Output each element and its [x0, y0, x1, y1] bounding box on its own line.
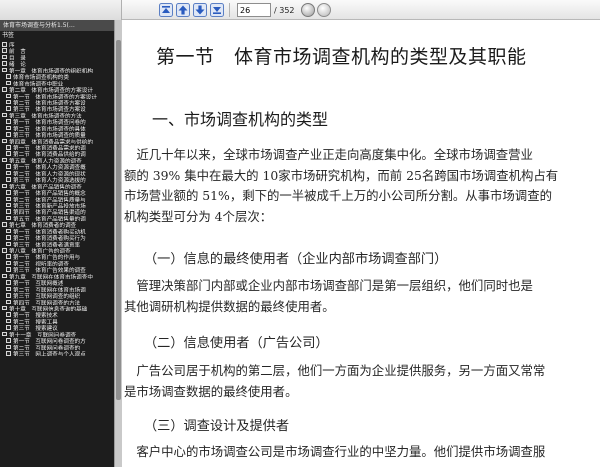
- bookmark-checkbox-icon[interactable]: [6, 80, 11, 86]
- bookmark-checkbox-icon[interactable]: [6, 280, 11, 285]
- bookmark-checkbox-icon[interactable]: [6, 99, 11, 105]
- bookmark-checkbox-icon[interactable]: [6, 202, 11, 208]
- paragraph-survey-provider: 客户中心的市场调查公司是市场调查行业的中坚力量。他们提供市场调查服: [124, 442, 598, 463]
- paragraph-line: 是市场调查数据的最终使用者。: [124, 383, 298, 399]
- subheading-end-user: （一）信息的最终使用者（企业内部市场调查部门）: [144, 252, 448, 267]
- bookmark-checkbox-icon[interactable]: [6, 228, 11, 234]
- paragraph-line: 客户中心的市场调查公司是市场调查行业的中坚力量。他们提供市场调查服: [124, 444, 546, 459]
- paragraph-intro: 近几十年以来，全球市场调查产业正走向高度集中化。全球市场调查营业 额的 39% …: [124, 145, 598, 227]
- bookmark-checkbox-icon[interactable]: [6, 209, 11, 214]
- last-page-icon: [210, 3, 224, 17]
- bookmark-checkbox-icon[interactable]: [6, 338, 11, 343]
- first-page-icon: [159, 3, 173, 17]
- paragraph-line: 额的 39% 集中在最大的 10家市场研究机构，而前 25名跨国市场调查机构占有: [124, 167, 559, 183]
- bookmark-checkbox-icon[interactable]: [6, 267, 11, 272]
- bookmark-checkbox-icon[interactable]: [6, 125, 11, 131]
- bookmark-checkbox-icon[interactable]: [2, 48, 7, 53]
- paragraph-line: 市场营业额的 51%，剩下的一半被成千上万的小公司所分割。从事市场调查的: [124, 188, 552, 204]
- go-forward-button[interactable]: [316, 3, 331, 17]
- bookmark-checkbox-icon[interactable]: [6, 235, 11, 240]
- bookmark-checkbox-icon[interactable]: [2, 138, 7, 144]
- paragraph-line: 管理决策部门内部或企业内部市场调查部门是第一层组织，他们同时也是: [124, 278, 533, 293]
- document-tab[interactable]: 体育市场调查与分析1.5(…: [0, 20, 114, 31]
- bookmark-checkbox-icon[interactable]: [6, 93, 11, 98]
- paragraph-line: 广告公司居于机构的第二层，他们一方面为企业提供服务，另一方面又常常: [124, 363, 546, 378]
- bookmark-checkbox-icon[interactable]: [2, 42, 7, 47]
- bookmark-checkbox-icon[interactable]: [6, 312, 11, 317]
- bookmark-checkbox-icon[interactable]: [6, 299, 11, 304]
- bookmark-checkbox-icon[interactable]: [6, 318, 11, 324]
- bookmark-checkbox-icon[interactable]: [6, 351, 11, 356]
- bookmark-checkbox-icon[interactable]: [6, 215, 11, 221]
- paragraph-line: 近几十年以来，全球市场调查产业正走向高度集中化。全球市场调查营业: [124, 147, 533, 162]
- paragraph-end-user: 管理决策部门内部或企业内部市场调查部门是第一层组织，他们同时也是 其他调研机构提…: [124, 276, 598, 317]
- sidebar-scrollbar-thumb[interactable]: [116, 40, 121, 400]
- bookmark-checkbox-icon[interactable]: [6, 177, 11, 182]
- bookmark-label: 第三节 网上调查与个人观点: [13, 352, 86, 357]
- bookmark-checkbox-icon[interactable]: [2, 87, 7, 92]
- bookmark-checkbox-icon[interactable]: [2, 305, 7, 311]
- go-back-button[interactable]: [300, 3, 315, 17]
- bookmark-checkbox-icon[interactable]: [2, 61, 7, 66]
- arrow-up-icon: [176, 3, 190, 17]
- section-title: 第一节 体育市场调查机构的类型及其职能: [156, 46, 527, 68]
- bookmark-checkbox-icon[interactable]: [6, 164, 11, 169]
- bookmark-checkbox-icon[interactable]: [2, 248, 7, 253]
- bookmarks-header: 书签: [2, 32, 15, 39]
- document-page: 第一节 体育市场调查机构的类型及其职能 一、市场调查机构的类型 近几十年以来，全…: [122, 20, 600, 467]
- paragraph-information-user: 广告公司居于机构的第二层，他们一方面为企业提供服务，另一方面又常常 是市场调查数…: [124, 361, 598, 402]
- previous-page-button[interactable]: [175, 2, 191, 18]
- toolbar-left-panel: [0, 0, 122, 20]
- bookmark-checkbox-icon[interactable]: [2, 112, 7, 118]
- bookmark-checkbox-icon[interactable]: [6, 260, 11, 266]
- bookmark-checkbox-icon[interactable]: [6, 170, 11, 176]
- page-number-input[interactable]: [237, 3, 271, 17]
- bookmark-checkbox-icon[interactable]: [2, 54, 7, 60]
- bookmark-checkbox-icon[interactable]: [6, 344, 11, 350]
- bookmark-checkbox-icon[interactable]: [2, 273, 7, 279]
- bookmark-checkbox-icon[interactable]: [2, 222, 7, 227]
- paragraph-line: 其他调研机构提供数据的最终使用者。: [124, 298, 335, 314]
- bookmark-checkbox-icon[interactable]: [6, 196, 11, 201]
- bookmark-checkbox-icon[interactable]: [6, 293, 11, 298]
- section-heading: 一、市场调查机构的类型: [152, 110, 329, 129]
- bookmarks-sidebar: 体育市场调查与分析1.5(… 书签 序前 言目 录绪 论第一章 体育市场调查的组…: [0, 20, 114, 467]
- bookmark-checkbox-icon[interactable]: [6, 132, 11, 137]
- bookmark-item[interactable]: 第三节 网上调查与个人观点: [0, 350, 114, 356]
- toolbar-separator: [229, 3, 230, 17]
- sidebar-scrollbar[interactable]: [114, 20, 122, 467]
- subheading-survey-provider: （三）调查设计及提供者: [144, 419, 290, 434]
- page-total-label: / 352: [274, 5, 295, 15]
- next-page-button[interactable]: [192, 2, 208, 18]
- bookmark-checkbox-icon[interactable]: [2, 331, 7, 337]
- bookmark-checkbox-icon[interactable]: [6, 325, 11, 330]
- paragraph-line: 机构类型可分为 4个层次：: [124, 208, 273, 224]
- bookmark-checkbox-icon[interactable]: [6, 254, 11, 259]
- bookmark-checkbox-icon[interactable]: [2, 157, 7, 163]
- subheading-information-user: （二）信息使用者（广告公司）: [144, 336, 329, 351]
- top-toolbar: / 352: [0, 0, 600, 20]
- bookmark-checkbox-icon[interactable]: [2, 67, 7, 73]
- bookmark-checkbox-icon[interactable]: [2, 183, 7, 189]
- arrow-down-icon: [193, 3, 207, 17]
- bookmark-checkbox-icon[interactable]: [6, 151, 11, 156]
- page-navigation: / 352: [158, 2, 331, 18]
- bookmark-checkbox-icon[interactable]: [6, 119, 11, 124]
- bookmark-checkbox-icon[interactable]: [6, 241, 11, 247]
- last-page-button[interactable]: [209, 2, 225, 18]
- bookmark-checkbox-icon[interactable]: [6, 190, 11, 195]
- bookmark-checkbox-icon[interactable]: [6, 106, 11, 111]
- bookmark-checkbox-icon[interactable]: [6, 74, 11, 79]
- bookmark-checkbox-icon[interactable]: [6, 286, 11, 292]
- first-page-button[interactable]: [158, 2, 174, 18]
- bookmark-tree: 序前 言目 录绪 论第一章 体育市场调查的组织机构 体育市场调查机构的类 体育市场调…: [0, 41, 114, 356]
- bookmark-checkbox-icon[interactable]: [6, 145, 11, 150]
